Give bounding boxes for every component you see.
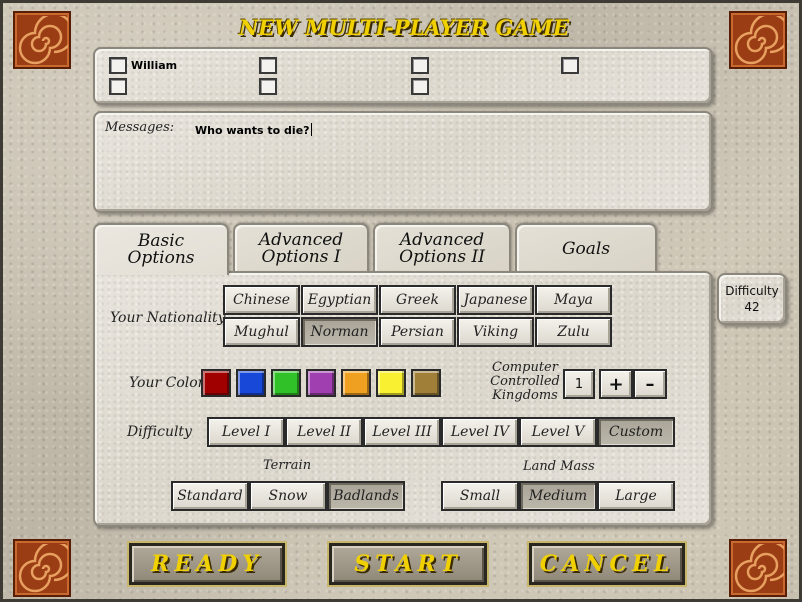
tab-label: Options I [261, 247, 341, 267]
computer-kingdoms-count: 1 [563, 369, 595, 399]
difficulty-custom-button[interactable]: Custom [597, 417, 675, 447]
difficulty-label: Difficulty [127, 424, 192, 440]
terrain-badlands-button[interactable]: Badlands [327, 481, 405, 511]
text-caret [310, 123, 312, 136]
corner-spiral-icon-bottom-left [13, 539, 71, 597]
corner-spiral-icon-bottom-right [729, 539, 787, 597]
player-checkbox[interactable] [109, 78, 127, 95]
messages-input[interactable]: Who wants to die? [195, 123, 312, 137]
difficulty-level-iv-button[interactable]: Level IV [441, 417, 519, 447]
player-slot-1[interactable]: William [109, 57, 177, 74]
nationality-persian-button[interactable]: Persian [379, 317, 456, 347]
player-slots-panel: William [93, 47, 713, 105]
nationality-maya-button[interactable]: Maya [535, 285, 612, 315]
computer-kingdoms-label: Computer Controlled Kingdoms [485, 361, 565, 403]
label-line: Computer [492, 360, 558, 375]
player-slot-5[interactable] [411, 57, 429, 74]
message-text: Who wants to die? [195, 124, 310, 137]
player-checkbox[interactable] [411, 78, 429, 95]
terrain-standard-button[interactable]: Standard [171, 481, 249, 511]
player-slot-6[interactable] [411, 78, 429, 95]
terrain-snow-button[interactable]: Snow [249, 481, 327, 511]
nationality-mughul-button[interactable]: Mughul [223, 317, 300, 347]
color-swatch[interactable] [306, 369, 336, 397]
color-swatch[interactable] [201, 369, 231, 397]
color-swatch[interactable] [271, 369, 301, 397]
player-slot-3[interactable] [259, 57, 277, 74]
tab-label: Options II [399, 247, 485, 267]
land-mass-small-button[interactable]: Small [441, 481, 519, 511]
tab-label: Goals [561, 238, 611, 259]
difficulty-level-ii-button[interactable]: Level II [285, 417, 363, 447]
messages-label: Messages: [105, 120, 175, 135]
difficulty-score-value: 42 [744, 300, 760, 314]
start-button[interactable]: START [329, 543, 487, 585]
land-mass-large-button[interactable]: Large [597, 481, 675, 511]
label-line: Controlled [490, 374, 560, 389]
player-checkbox[interactable] [109, 57, 127, 74]
nationality-norman-button[interactable]: Norman [301, 317, 378, 347]
difficulty-level-i-button[interactable]: Level I [207, 417, 285, 447]
tab-label: Options [127, 248, 195, 268]
nationality-chinese-button[interactable]: Chinese [223, 285, 300, 315]
tab-basic-options[interactable]: Basic Options [93, 223, 229, 275]
cancel-button[interactable]: CANCEL [529, 543, 685, 585]
player-slot-4[interactable] [259, 78, 277, 95]
land-mass-medium-button[interactable]: Medium [519, 481, 597, 511]
tab-advanced-options-1[interactable]: Advanced Options I [233, 223, 369, 273]
game-frame: NEW MULTI-PLAYER GAME William Messages: … [0, 0, 802, 602]
player-checkbox[interactable] [411, 57, 429, 74]
color-label: Your Color [129, 375, 205, 391]
color-swatch[interactable] [411, 369, 441, 397]
nationality-label: Your Nationality [110, 310, 226, 326]
color-swatch[interactable] [341, 369, 371, 397]
nationality-viking-button[interactable]: Viking [457, 317, 534, 347]
difficulty-score-label: Difficulty [725, 284, 779, 298]
player-slot-2[interactable] [109, 78, 127, 95]
nationality-greek-button[interactable]: Greek [379, 285, 456, 315]
player-checkbox[interactable] [259, 78, 277, 95]
kingdoms-minus-button[interactable]: – [633, 369, 667, 399]
color-swatch[interactable] [236, 369, 266, 397]
kingdoms-plus-button[interactable]: + [599, 369, 633, 399]
land-mass-label: Land Mass [523, 459, 595, 474]
difficulty-level-iii-button[interactable]: Level III [363, 417, 441, 447]
player-slot-7[interactable] [561, 57, 579, 74]
color-swatch[interactable] [376, 369, 406, 397]
page-title: NEW MULTI-PLAYER GAME [239, 15, 569, 40]
messages-panel[interactable]: Messages: Who wants to die? [93, 111, 713, 213]
difficulty-level-v-button[interactable]: Level V [519, 417, 597, 447]
label-line: Kingdoms [492, 388, 558, 403]
player-checkbox[interactable] [259, 57, 277, 74]
nationality-zulu-button[interactable]: Zulu [535, 317, 612, 347]
player-name: William [131, 59, 178, 72]
tab-advanced-options-2[interactable]: Advanced Options II [373, 223, 511, 273]
ready-button[interactable]: READY [129, 543, 285, 585]
nationality-egyptian-button[interactable]: Egyptian [301, 285, 378, 315]
terrain-label: Terrain [263, 458, 312, 473]
difficulty-score-badge: Difficulty 42 [717, 273, 787, 325]
nationality-japanese-button[interactable]: Japanese [457, 285, 534, 315]
player-checkbox[interactable] [561, 57, 579, 74]
tab-goals[interactable]: Goals [515, 223, 657, 273]
